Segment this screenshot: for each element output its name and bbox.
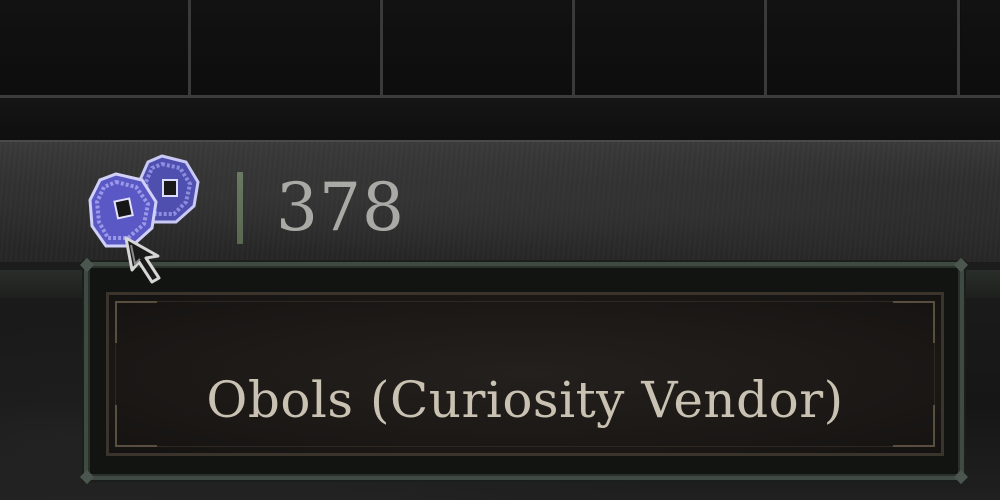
inventory-screen: 378 Obols (Curiosity Vendor) [0, 0, 1000, 500]
grid-divider [572, 0, 575, 97]
ornament-corner [115, 301, 157, 343]
inventory-slot[interactable] [383, 0, 571, 95]
tooltip-body: Obols (Curiosity Vendor) [106, 292, 944, 456]
tooltip-title: Obols (Curiosity Vendor) [206, 371, 844, 429]
inventory-slot[interactable] [767, 0, 957, 95]
obol-count: 378 [276, 169, 405, 246]
inventory-shelf [0, 98, 1000, 142]
grid-divider [957, 0, 960, 97]
ornament-corner [893, 301, 935, 343]
inventory-slot[interactable] [191, 0, 379, 95]
inventory-slot[interactable] [575, 0, 763, 95]
arrow-cursor-icon [122, 236, 170, 288]
inventory-grid [0, 0, 1000, 97]
inventory-slot[interactable] [961, 0, 1000, 95]
item-tooltip: Obols (Curiosity Vendor) [79, 257, 969, 485]
currency-divider [237, 172, 243, 244]
grid-divider [188, 0, 191, 97]
grid-divider [764, 0, 767, 97]
grid-divider [380, 0, 383, 97]
inventory-slot[interactable] [0, 0, 188, 95]
